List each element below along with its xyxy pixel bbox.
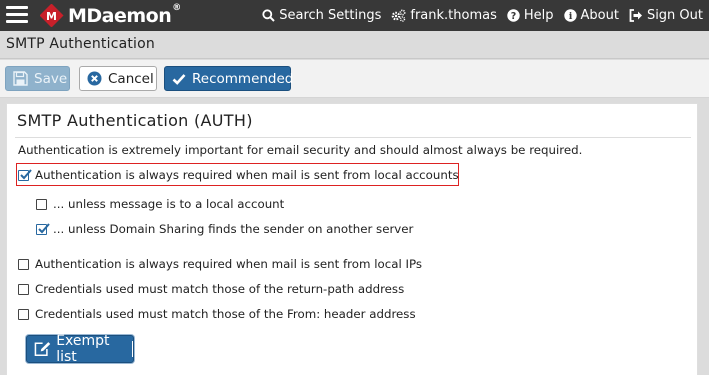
question-circle-icon: ? (507, 9, 520, 22)
checkbox-require-auth-local-accounts[interactable] (18, 168, 32, 181)
option-unless-local-recipient[interactable]: ... unless message is to a local account (36, 197, 284, 211)
username-label: frank.thomas (410, 8, 497, 23)
user-menu[interactable]: frank.thomas (391, 8, 497, 23)
recommended-label: Recommended (192, 70, 294, 87)
page-title: SMTP Authentication (6, 36, 155, 52)
svg-text:i: i (568, 11, 572, 22)
exempt-list-button[interactable]: Exempt list (26, 333, 134, 365)
toolbar: Save Cancel Recommended (0, 60, 709, 98)
info-circle-icon: i (563, 9, 577, 22)
checkmark-icon (38, 222, 50, 233)
help-link[interactable]: ? Help (507, 8, 554, 23)
help-label: Help (523, 8, 554, 23)
option-label: Authentication is always required when m… (35, 257, 422, 271)
search-settings-label: Search Settings (279, 8, 382, 23)
auth-settings-panel: SMTP Authentication (AUTH) Authenticatio… (6, 103, 698, 375)
svg-text:M: M (46, 10, 57, 23)
checkbox-unless-domain-sharing[interactable] (36, 222, 50, 235)
top-nav: Search Settings frank.thomas ? Help i Ab (252, 0, 703, 31)
sign-out-label: Sign Out (646, 8, 703, 23)
checkbox-require-auth-local-ips[interactable] (18, 258, 29, 270)
checkbox-match-return-path[interactable] (18, 283, 29, 295)
x-circle-icon (87, 71, 102, 86)
svg-text:?: ? (511, 11, 517, 22)
divider (15, 137, 691, 138)
checkmark-icon (20, 168, 32, 179)
option-label: Credentials used must match those of the… (35, 282, 405, 296)
mdaemon-logo[interactable]: M MDaemon® (39, 2, 181, 28)
save-button[interactable]: Save (5, 66, 70, 91)
search-icon (262, 9, 275, 22)
option-match-from-header[interactable]: Credentials used must match those of the… (18, 307, 416, 321)
checkmark-icon (172, 73, 186, 85)
recommended-button[interactable]: Recommended (164, 66, 294, 91)
search-settings-link[interactable]: Search Settings (262, 8, 381, 23)
top-bar: M MDaemon® Search Settings frank.thomas (0, 0, 709, 31)
about-label: About (580, 8, 619, 23)
logo-text: MDaemon® (68, 2, 181, 27)
option-match-return-path[interactable]: Credentials used must match those of the… (18, 282, 404, 296)
floppy-disk-icon (13, 71, 28, 86)
page-header: SMTP Authentication (0, 31, 709, 59)
cogs-icon (392, 9, 406, 22)
cancel-label: Cancel (108, 70, 154, 87)
option-label: Credentials used must match those of the… (35, 307, 416, 321)
text-cursor (132, 341, 133, 357)
about-link[interactable]: i About (563, 8, 619, 23)
edit-icon (34, 342, 51, 356)
checkbox-match-from-header[interactable] (18, 308, 29, 320)
checkbox-unless-local-recipient[interactable] (36, 198, 47, 210)
sign-out-icon (629, 9, 642, 22)
section-heading: SMTP Authentication (AUTH) (17, 111, 253, 130)
exempt-list-label: Exempt list (56, 333, 110, 365)
save-label: Save (34, 70, 68, 87)
option-label: ... unless Domain Sharing finds the send… (53, 222, 414, 236)
option-label: Authentication is always required when m… (35, 168, 459, 182)
cancel-button[interactable]: Cancel (79, 66, 157, 91)
hamburger-menu-icon[interactable] (6, 6, 28, 24)
sign-out-link[interactable]: Sign Out (629, 8, 703, 23)
option-label: ... unless message is to a local account (53, 197, 285, 211)
option-require-auth-local-accounts[interactable]: Authentication is always required when m… (18, 168, 459, 182)
option-require-auth-local-ips[interactable]: Authentication is always required when m… (18, 257, 422, 271)
intro-text: Authentication is extremely important fo… (18, 143, 583, 157)
logo-mark-icon: M (39, 3, 65, 28)
option-unless-domain-sharing[interactable]: ... unless Domain Sharing finds the send… (36, 222, 413, 236)
